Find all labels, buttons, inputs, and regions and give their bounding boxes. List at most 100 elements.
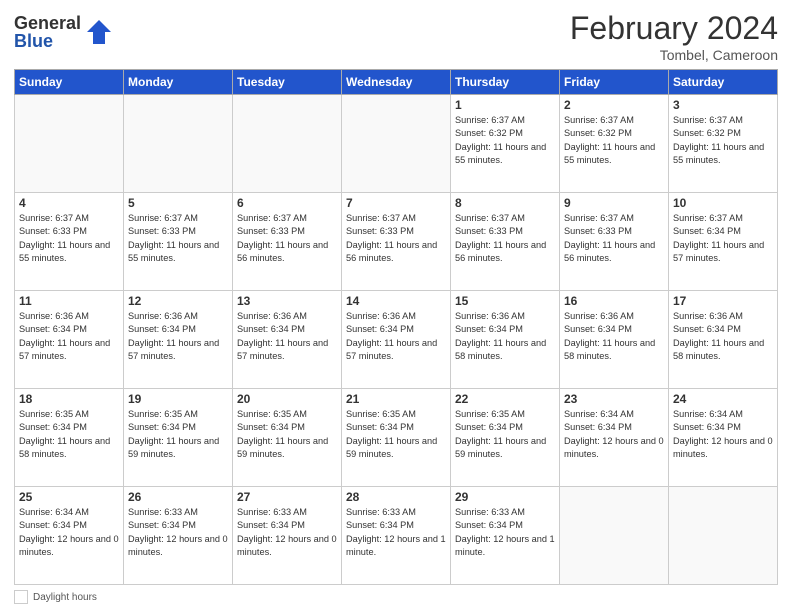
col-header-monday: Monday bbox=[124, 70, 233, 95]
calendar-cell bbox=[560, 487, 669, 585]
day-number: 5 bbox=[128, 196, 228, 210]
day-number: 28 bbox=[346, 490, 446, 504]
day-number: 9 bbox=[564, 196, 664, 210]
calendar-cell: 25 Sunrise: 6:34 AMSunset: 6:34 PMDayligh… bbox=[15, 487, 124, 585]
calendar-cell: 1 Sunrise: 6:37 AMSunset: 6:32 PMDaylight… bbox=[451, 95, 560, 193]
day-info: Sunrise: 6:36 AMSunset: 6:34 PMDaylight:… bbox=[673, 310, 773, 363]
day-info: Sunrise: 6:35 AMSunset: 6:34 PMDaylight:… bbox=[237, 408, 337, 461]
day-number: 25 bbox=[19, 490, 119, 504]
calendar-cell: 7Sunrise: 6:37 AMSunset: 6:33 PMDaylight… bbox=[342, 193, 451, 291]
footer: Daylight hours bbox=[14, 590, 778, 604]
logo-general: General bbox=[14, 14, 81, 32]
calendar-week-0: 1 Sunrise: 6:37 AMSunset: 6:32 PMDaylight… bbox=[15, 95, 778, 193]
calendar-header-row: SundayMondayTuesdayWednesdayThursdayFrid… bbox=[15, 70, 778, 95]
day-number: 11 bbox=[19, 294, 119, 308]
day-info: Sunrise: 6:35 AMSunset: 6:34 PMDaylight:… bbox=[346, 408, 446, 461]
calendar-week-1: 4Sunrise: 6:37 AMSunset: 6:33 PMDaylight… bbox=[15, 193, 778, 291]
day-number: 22 bbox=[455, 392, 555, 406]
day-info: Sunrise: 6:37 AMSunset: 6:33 PMDaylight:… bbox=[237, 212, 337, 265]
day-info: Sunrise: 6:37 AMSunset: 6:32 PMDaylight:… bbox=[564, 114, 664, 167]
day-number: 17 bbox=[673, 294, 773, 308]
day-info: Sunrise: 6:33 AMSunset: 6:34 PMDaylight:… bbox=[346, 506, 446, 559]
calendar-week-4: 25 Sunrise: 6:34 AMSunset: 6:34 PMDayligh… bbox=[15, 487, 778, 585]
calendar-cell: 21 Sunrise: 6:35 AMSunset: 6:34 PMDayligh… bbox=[342, 389, 451, 487]
day-info: Sunrise: 6:34 AMSunset: 6:34 PMDaylight:… bbox=[19, 506, 119, 559]
day-info: Sunrise: 6:35 AMSunset: 6:34 PMDaylight:… bbox=[19, 408, 119, 461]
day-info: Sunrise: 6:34 AMSunset: 6:34 PMDaylight:… bbox=[673, 408, 773, 461]
col-header-tuesday: Tuesday bbox=[233, 70, 342, 95]
calendar-cell: 19Sunrise: 6:35 AMSunset: 6:34 PMDayligh… bbox=[124, 389, 233, 487]
day-number: 6 bbox=[237, 196, 337, 210]
calendar-cell bbox=[233, 95, 342, 193]
calendar-cell: 24Sunrise: 6:34 AMSunset: 6:34 PMDayligh… bbox=[669, 389, 778, 487]
day-info: Sunrise: 6:37 AMSunset: 6:33 PMDaylight:… bbox=[19, 212, 119, 265]
day-number: 20 bbox=[237, 392, 337, 406]
calendar-cell: 13Sunrise: 6:36 AMSunset: 6:34 PMDayligh… bbox=[233, 291, 342, 389]
day-info: Sunrise: 6:33 AMSunset: 6:34 PMDaylight:… bbox=[455, 506, 555, 559]
day-info: Sunrise: 6:37 AMSunset: 6:34 PMDaylight:… bbox=[673, 212, 773, 265]
day-info: Sunrise: 6:33 AMSunset: 6:34 PMDaylight:… bbox=[237, 506, 337, 559]
day-number: 29 bbox=[455, 490, 555, 504]
calendar-cell: 27 Sunrise: 6:33 AMSunset: 6:34 PMDayligh… bbox=[233, 487, 342, 585]
day-info: Sunrise: 6:36 AMSunset: 6:34 PMDaylight:… bbox=[237, 310, 337, 363]
day-number: 27 bbox=[237, 490, 337, 504]
calendar-cell: 4Sunrise: 6:37 AMSunset: 6:33 PMDaylight… bbox=[15, 193, 124, 291]
col-header-saturday: Saturday bbox=[669, 70, 778, 95]
calendar-cell: 14Sunrise: 6:36 AMSunset: 6:34 PMDayligh… bbox=[342, 291, 451, 389]
calendar-cell: 8 Sunrise: 6:37 AMSunset: 6:33 PMDaylight… bbox=[451, 193, 560, 291]
calendar-cell: 15 Sunrise: 6:36 AMSunset: 6:34 PMDayligh… bbox=[451, 291, 560, 389]
calendar-cell: 17 Sunrise: 6:36 AMSunset: 6:34 PMDayligh… bbox=[669, 291, 778, 389]
day-number: 2 bbox=[564, 98, 664, 112]
day-number: 16 bbox=[564, 294, 664, 308]
day-number: 8 bbox=[455, 196, 555, 210]
day-info: Sunrise: 6:36 AMSunset: 6:34 PMDaylight:… bbox=[455, 310, 555, 363]
day-number: 1 bbox=[455, 98, 555, 112]
day-info: Sunrise: 6:36 AMSunset: 6:34 PMDaylight:… bbox=[128, 310, 228, 363]
day-info: Sunrise: 6:35 AMSunset: 6:34 PMDaylight:… bbox=[455, 408, 555, 461]
day-number: 21 bbox=[346, 392, 446, 406]
calendar-cell: 28 Sunrise: 6:33 AMSunset: 6:34 PMDayligh… bbox=[342, 487, 451, 585]
title-block: February 2024 Tombel, Cameroon bbox=[570, 10, 778, 63]
calendar-cell: 20 Sunrise: 6:35 AMSunset: 6:34 PMDayligh… bbox=[233, 389, 342, 487]
logo-text: General Blue bbox=[14, 14, 81, 50]
calendar-cell bbox=[342, 95, 451, 193]
calendar-cell: 23 Sunrise: 6:34 AMSunset: 6:34 PMDayligh… bbox=[560, 389, 669, 487]
footer-box bbox=[14, 590, 28, 604]
footer-label: Daylight hours bbox=[33, 592, 97, 603]
day-number: 19 bbox=[128, 392, 228, 406]
calendar-cell: 9Sunrise: 6:37 AMSunset: 6:33 PMDaylight… bbox=[560, 193, 669, 291]
day-number: 23 bbox=[564, 392, 664, 406]
day-number: 7 bbox=[346, 196, 446, 210]
day-number: 18 bbox=[19, 392, 119, 406]
day-number: 3 bbox=[673, 98, 773, 112]
subtitle: Tombel, Cameroon bbox=[570, 47, 778, 63]
day-info: Sunrise: 6:33 AMSunset: 6:34 PMDaylight:… bbox=[128, 506, 228, 559]
calendar-cell: 18 Sunrise: 6:35 AMSunset: 6:34 PMDayligh… bbox=[15, 389, 124, 487]
calendar-week-2: 11 Sunrise: 6:36 AMSunset: 6:34 PMDayligh… bbox=[15, 291, 778, 389]
calendar-cell bbox=[15, 95, 124, 193]
col-header-wednesday: Wednesday bbox=[342, 70, 451, 95]
header: General Blue February 2024 Tombel, Camer… bbox=[14, 10, 778, 63]
day-info: Sunrise: 6:37 AMSunset: 6:33 PMDaylight:… bbox=[128, 212, 228, 265]
day-number: 15 bbox=[455, 294, 555, 308]
calendar-cell: 2 Sunrise: 6:37 AMSunset: 6:32 PMDaylight… bbox=[560, 95, 669, 193]
page: General Blue February 2024 Tombel, Camer… bbox=[0, 0, 792, 612]
month-title: February 2024 bbox=[570, 10, 778, 47]
calendar-cell: 6 Sunrise: 6:37 AMSunset: 6:33 PMDaylight… bbox=[233, 193, 342, 291]
day-info: Sunrise: 6:37 AMSunset: 6:33 PMDaylight:… bbox=[455, 212, 555, 265]
calendar-cell: 11Sunrise: 6:36 AMSunset: 6:34 PMDayligh… bbox=[15, 291, 124, 389]
logo-blue: Blue bbox=[14, 32, 81, 50]
day-info: Sunrise: 6:37 AMSunset: 6:32 PMDaylight:… bbox=[455, 114, 555, 167]
logo: General Blue bbox=[14, 14, 113, 50]
day-number: 14 bbox=[346, 294, 446, 308]
calendar-cell: 3Sunrise: 6:37 AMSunset: 6:32 PMDaylight… bbox=[669, 95, 778, 193]
col-header-thursday: Thursday bbox=[451, 70, 560, 95]
day-number: 12 bbox=[128, 294, 228, 308]
calendar-table: SundayMondayTuesdayWednesdayThursdayFrid… bbox=[14, 69, 778, 585]
calendar-week-3: 18 Sunrise: 6:35 AMSunset: 6:34 PMDayligh… bbox=[15, 389, 778, 487]
calendar-cell: 16Sunrise: 6:36 AMSunset: 6:34 PMDayligh… bbox=[560, 291, 669, 389]
calendar-cell: 22 Sunrise: 6:35 AMSunset: 6:34 PMDayligh… bbox=[451, 389, 560, 487]
calendar-cell bbox=[669, 487, 778, 585]
calendar-cell: 29 Sunrise: 6:33 AMSunset: 6:34 PMDayligh… bbox=[451, 487, 560, 585]
day-info: Sunrise: 6:34 AMSunset: 6:34 PMDaylight:… bbox=[564, 408, 664, 461]
